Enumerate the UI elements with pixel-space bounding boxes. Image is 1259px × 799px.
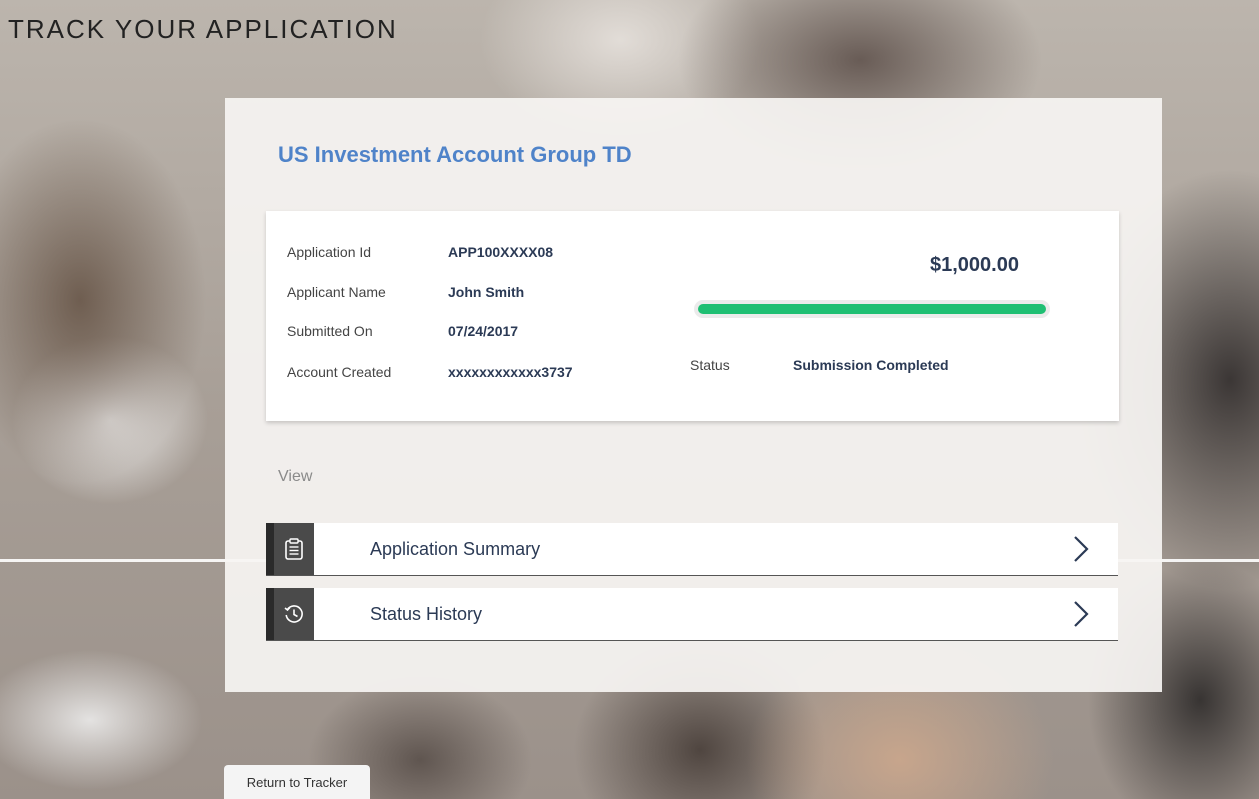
history-clock-icon (266, 588, 314, 640)
detail-value: xxxxxxxxxxxx3737 (448, 364, 573, 380)
view-heading: View (278, 468, 313, 485)
status-history-link[interactable]: Status History (266, 588, 1118, 641)
status-label: Status (690, 357, 730, 373)
detail-label: Applicant Name (287, 284, 386, 300)
status-history-label: Status History (370, 604, 483, 624)
detail-value: John Smith (448, 284, 525, 300)
detail-value: 07/24/2017 (448, 323, 519, 339)
status-value: Submission Completed (793, 357, 949, 373)
clipboard-icon (266, 523, 314, 575)
detail-value: APP100XXXX08 (448, 244, 554, 260)
detail-label: Application Id (287, 244, 372, 260)
return-to-tracker-button[interactable]: Return to Tracker (224, 765, 370, 799)
chevron-right-icon (1074, 536, 1089, 562)
account-title: US Investment Account Group TD (278, 142, 632, 167)
application-summary-label: Application Summary (370, 539, 541, 559)
page-title: TRACK YOUR APPLICATION (8, 14, 398, 44)
application-amount: $1,000.00 (930, 254, 1019, 276)
application-summary-link[interactable]: Application Summary (266, 523, 1118, 576)
chevron-right-icon (1074, 601, 1089, 627)
progress-bar-fill (698, 304, 1046, 314)
application-card: US Investment Account Group TD Applicati… (225, 98, 1162, 692)
application-details-panel: Application Id APP100XXXX08 Applicant Na… (266, 211, 1119, 421)
detail-label: Submitted On (287, 323, 373, 339)
detail-label: Account Created (287, 364, 392, 380)
progress-bar (694, 300, 1050, 318)
